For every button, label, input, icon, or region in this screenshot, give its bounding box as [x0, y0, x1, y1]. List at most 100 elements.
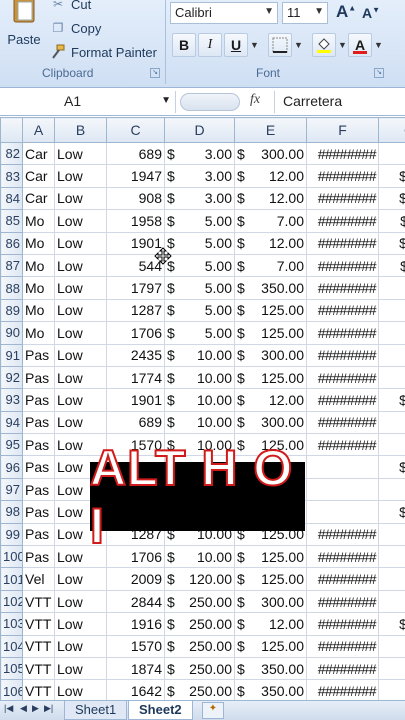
- column-header-e[interactable]: E: [234, 117, 307, 143]
- cell-f[interactable]: ########: [306, 433, 379, 457]
- cell-f[interactable]: ########: [306, 612, 379, 636]
- cell-d[interactable]: $10.00: [164, 388, 235, 412]
- column-header-f[interactable]: F: [306, 117, 379, 143]
- cell-e[interactable]: $125.00: [234, 298, 307, 323]
- cell-a[interactable]: Pas: [22, 477, 55, 502]
- cell-c[interactable]: 2844: [106, 589, 165, 614]
- cell-f[interactable]: ########: [306, 410, 379, 435]
- cell-d[interactable]: $120.00: [164, 567, 235, 591]
- formula-input[interactable]: Carretera: [274, 91, 405, 113]
- cell-f[interactable]: [306, 477, 379, 502]
- cell-f[interactable]: ########: [306, 567, 379, 591]
- row-header[interactable]: 104: [0, 634, 23, 658]
- cell-d[interactable]: $250.00: [164, 679, 235, 700]
- row-header[interactable]: 97: [0, 477, 23, 502]
- cell-d[interactable]: $5.00: [164, 276, 235, 300]
- row-header[interactable]: 91: [0, 343, 23, 367]
- cell-c[interactable]: 1947: [106, 164, 165, 188]
- first-sheet-icon[interactable]: |◀: [4, 703, 13, 714]
- cell-g[interactable]: ####: [378, 679, 405, 700]
- cell-e[interactable]: $300.00: [234, 589, 307, 614]
- cell-a[interactable]: Car: [22, 141, 55, 166]
- cell-e[interactable]: $12.00: [234, 186, 307, 211]
- cell-e[interactable]: $125.00: [234, 567, 307, 591]
- tab-sheet2[interactable]: Sheet2: [128, 701, 193, 720]
- cell-e[interactable]: $350.00: [234, 679, 307, 700]
- row-header[interactable]: 90: [0, 321, 23, 345]
- cell-f[interactable]: ########: [306, 253, 379, 278]
- font-dialog-launcher-icon[interactable]: ↘: [374, 68, 384, 78]
- column-header-c[interactable]: C: [106, 117, 165, 143]
- cell-c[interactable]: 1570: [106, 634, 165, 658]
- cell-c[interactable]: 1797: [106, 276, 165, 300]
- cell-e[interactable]: $12.00: [234, 388, 307, 412]
- cell-d[interactable]: $5.00: [164, 253, 235, 278]
- shrink-font-button[interactable]: A▼: [362, 5, 380, 27]
- cell-c[interactable]: 1287: [106, 298, 165, 323]
- cell-f[interactable]: ########: [306, 298, 379, 323]
- cell-a[interactable]: Pas: [22, 522, 55, 547]
- cell-g[interactable]: ####: [378, 433, 405, 457]
- column-header-b[interactable]: B: [54, 117, 107, 143]
- cell-a[interactable]: Mo: [22, 209, 55, 233]
- cell-c[interactable]: 2435: [106, 343, 165, 367]
- paste-button[interactable]: Paste: [4, 0, 42, 54]
- cell-b[interactable]: Low: [54, 321, 107, 345]
- cell-g[interactable]: $ 411.: [378, 209, 405, 233]
- cell-a[interactable]: Pas: [22, 500, 55, 524]
- cell-f[interactable]: ########: [306, 276, 379, 300]
- cell-g[interactable]: ####: [378, 141, 405, 166]
- row-header[interactable]: 93: [0, 388, 23, 412]
- formula-bar-resize-handle[interactable]: [180, 93, 240, 111]
- cell-b[interactable]: Low: [54, 164, 107, 188]
- cell-e[interactable]: $300.00: [234, 141, 307, 166]
- cell-a[interactable]: Vel: [22, 567, 55, 591]
- grow-font-button[interactable]: A▲: [336, 2, 356, 24]
- cell-a[interactable]: Pas: [22, 455, 55, 479]
- cell-e[interactable]: $300.00: [234, 343, 307, 367]
- worksheet-grid[interactable]: ABCDEFG 82CarLow689$3.00$300.00#########…: [0, 117, 405, 700]
- cell-g[interactable]: ####: [378, 656, 405, 681]
- cell-g[interactable]: $ 326.: [378, 186, 405, 211]
- chevron-down-icon[interactable]: ▼: [161, 95, 171, 106]
- cell-g[interactable]: $ 493.: [378, 455, 405, 479]
- cell-a[interactable]: Pas: [22, 343, 55, 367]
- font-color-button[interactable]: A: [348, 33, 372, 57]
- cell-a[interactable]: Mo: [22, 321, 55, 345]
- cell-f[interactable]: ########: [306, 209, 379, 233]
- cell-f[interactable]: ########: [306, 589, 379, 614]
- cell-b[interactable]: Low: [54, 410, 107, 435]
- cell-g[interactable]: ####: [378, 343, 405, 367]
- cell-a[interactable]: Pas: [22, 388, 55, 412]
- cell-a[interactable]: Mo: [22, 298, 55, 323]
- cell-a[interactable]: VTT: [22, 612, 55, 636]
- cell-c[interactable]: 689: [106, 141, 165, 166]
- cell-g[interactable]: ####: [378, 365, 405, 390]
- cell-a[interactable]: Pas: [22, 410, 55, 435]
- cell-g[interactable]: $ 114.: [378, 253, 405, 278]
- insert-sheet-icon[interactable]: ✦: [202, 702, 224, 719]
- cell-g[interactable]: ####: [378, 522, 405, 547]
- chevron-down-icon[interactable]: ▼: [294, 40, 303, 50]
- next-sheet-icon[interactable]: ▶: [32, 703, 39, 714]
- clipboard-dialog-launcher-icon[interactable]: ↘: [150, 68, 160, 78]
- cell-g[interactable]: ####: [378, 321, 405, 345]
- cell-a[interactable]: Mo: [22, 253, 55, 278]
- cell-d[interactable]: $250.00: [164, 612, 235, 636]
- cell-g[interactable]: ####: [378, 276, 405, 300]
- cell-c[interactable]: 1874: [106, 656, 165, 681]
- cell-e[interactable]: $12.00: [234, 612, 307, 636]
- cell-d[interactable]: $3.00: [164, 164, 235, 188]
- row-header[interactable]: 102: [0, 589, 23, 614]
- cell-a[interactable]: Pas: [22, 545, 55, 569]
- cell-d[interactable]: $10.00: [164, 410, 235, 435]
- cell-e[interactable]: $12.00: [234, 231, 307, 255]
- cell-d[interactable]: $10.00: [164, 343, 235, 367]
- cell-g[interactable]: ####: [378, 567, 405, 591]
- row-header[interactable]: 98: [0, 500, 23, 524]
- cell-f[interactable]: [306, 455, 379, 479]
- row-header[interactable]: 101: [0, 567, 23, 591]
- row-header[interactable]: 89: [0, 298, 23, 323]
- cell-g[interactable]: ####: [378, 410, 405, 435]
- underline-button[interactable]: U: [224, 33, 248, 57]
